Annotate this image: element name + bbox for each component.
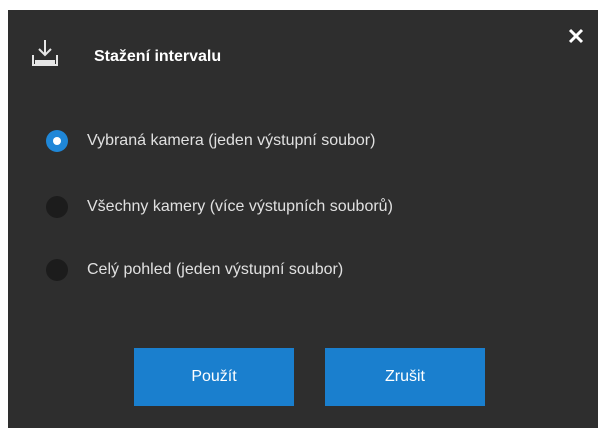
download-interval-dialog: Stažení intervalu Vybraná kamera (jeden … <box>8 10 598 428</box>
dialog-title: Stažení intervalu <box>94 48 222 65</box>
radio-label: Vybraná kamera (jeden výstupní soubor) <box>87 132 376 149</box>
radio-option-whole-view[interactable]: Celý pohled (jeden výstupní soubor) <box>46 255 343 285</box>
download-icon <box>30 38 60 68</box>
close-icon[interactable] <box>568 28 584 44</box>
radio-button[interactable] <box>46 130 68 152</box>
radio-option-all-cameras[interactable]: Všechny kamery (více výstupních souborů) <box>46 192 393 222</box>
radio-option-selected-camera[interactable]: Vybraná kamera (jeden výstupní soubor) <box>46 126 375 156</box>
apply-button[interactable]: Použít <box>134 348 294 406</box>
radio-button[interactable] <box>46 259 68 281</box>
radio-button[interactable] <box>46 196 68 218</box>
dialog-header: Stažení intervalu <box>8 10 598 90</box>
radio-label: Všechny kamery (více výstupních souborů) <box>87 198 393 215</box>
cancel-button[interactable]: Zrušit <box>325 348 485 406</box>
radio-label: Celý pohled (jeden výstupní soubor) <box>87 261 344 278</box>
